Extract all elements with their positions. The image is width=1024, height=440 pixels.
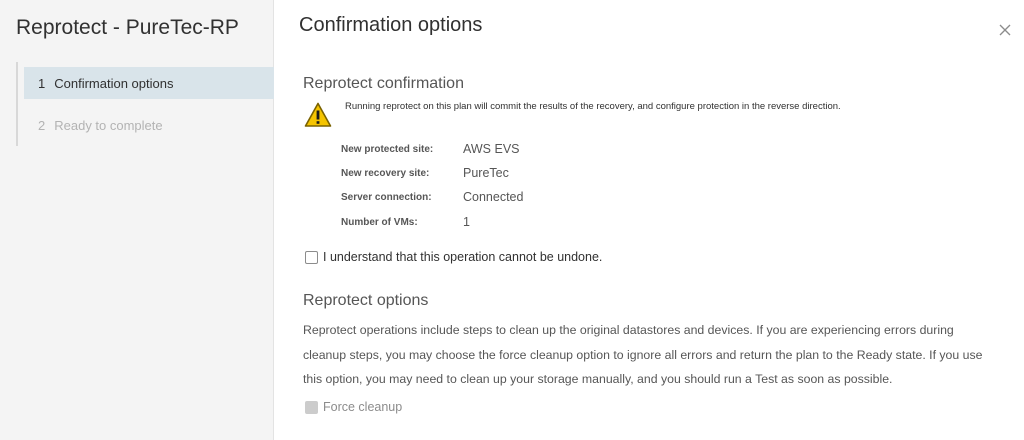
warning-icon — [304, 102, 332, 128]
warning-message: Running reprotect on this plan will comm… — [345, 101, 841, 112]
reprotect-options-description: Reprotect operations include steps to cl… — [303, 323, 983, 386]
step-label: Ready to complete — [54, 117, 163, 133]
detail-label: Server connection: — [341, 192, 432, 203]
wizard-sidebar: Reprotect - PureTec-RP 1 Confirmation op… — [0, 0, 274, 440]
detail-value: Connected — [463, 190, 524, 204]
detail-label: Number of VMs: — [341, 217, 418, 228]
wizard-title: Reprotect - PureTec-RP — [16, 16, 239, 39]
reprotect-confirmation-heading: Reprotect confirmation — [303, 75, 464, 92]
wizard-steps: 1 Confirmation options 2 Ready to comple… — [16, 62, 274, 146]
step-number: 1 — [38, 75, 46, 91]
understand-checkbox-label[interactable]: I understand that this operation cannot … — [323, 250, 602, 264]
force-cleanup-label: Force cleanup — [323, 400, 403, 414]
page-title: Confirmation options — [299, 14, 483, 36]
detail-label: New protected site: — [341, 144, 434, 155]
detail-value: 1 — [463, 215, 470, 229]
main-panel: Confirmation options Reprotect confirmat… — [274, 0, 1024, 440]
reprotect-options-heading: Reprotect options — [303, 292, 429, 309]
detail-value: AWS EVS — [463, 142, 520, 156]
understand-checkbox[interactable] — [305, 251, 318, 264]
detail-label: New recovery site: — [341, 168, 430, 179]
force-cleanup-checkbox — [305, 401, 318, 414]
step-ready-to-complete: 2 Ready to complete — [24, 109, 274, 141]
step-confirmation-options[interactable]: 1 Confirmation options — [24, 67, 274, 99]
detail-value: PureTec — [463, 166, 509, 180]
close-icon[interactable] — [996, 21, 1014, 39]
step-number: 2 — [38, 117, 46, 133]
step-label: Confirmation options — [54, 75, 174, 91]
